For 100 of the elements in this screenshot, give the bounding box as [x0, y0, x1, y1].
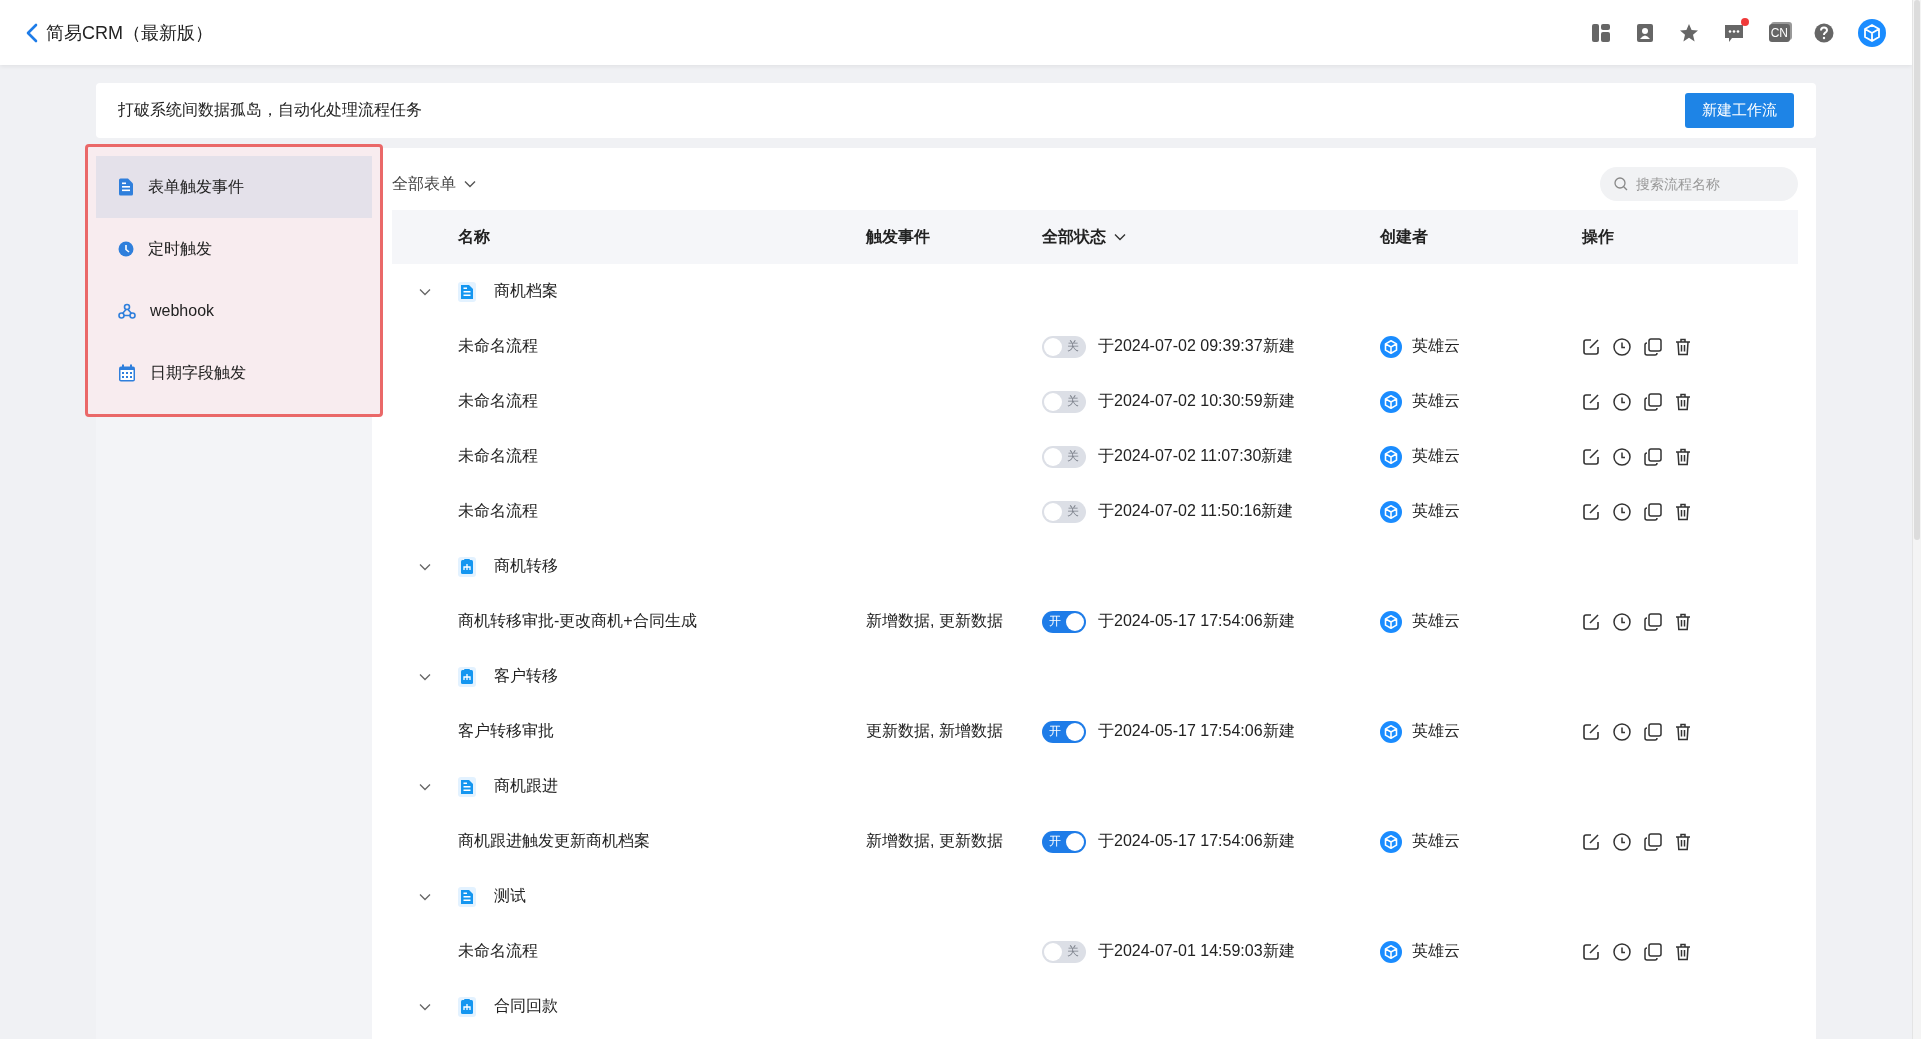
scrollbar[interactable]: [1914, 0, 1920, 540]
help-icon[interactable]: [1814, 22, 1834, 43]
edit-icon[interactable]: [1582, 942, 1600, 961]
column-header[interactable]: 全部状态: [1042, 226, 1126, 248]
document-icon: [458, 886, 476, 907]
search-field[interactable]: 搜索流程名称: [1600, 167, 1798, 201]
language-button[interactable]: CN: [1768, 23, 1790, 42]
chevron-icon[interactable]: [419, 562, 431, 571]
document-icon: [458, 281, 476, 302]
created-time: 于2024-07-02 11:50:16新建: [1098, 501, 1294, 521]
creator-avatar-icon: [1380, 830, 1402, 853]
trigger-events: 更新数据, 新增数据: [866, 722, 1003, 739]
new-workflow-button[interactable]: 新建工作流: [1685, 93, 1794, 128]
workflow-name[interactable]: 商机跟进触发更新商机档案: [458, 831, 866, 852]
creator-name: 英雄云: [1412, 611, 1460, 631]
edit-icon[interactable]: [1582, 612, 1600, 631]
chat-icon[interactable]: [1722, 22, 1745, 43]
clock-icon[interactable]: [1613, 502, 1631, 521]
created-time: 于2024-05-17 17:54:06新建: [1098, 611, 1295, 631]
created-time: 于2024-05-17 17:54:06新建: [1098, 831, 1295, 851]
copy-icon[interactable]: [1644, 832, 1662, 851]
creator-name: 英雄云: [1412, 941, 1460, 961]
workflow-name[interactable]: 未命名流程: [458, 501, 866, 522]
toggle-switch[interactable]: 开: [1042, 830, 1086, 853]
trash-icon[interactable]: [1675, 832, 1691, 851]
group-title: 测试: [494, 886, 526, 906]
trash-icon[interactable]: [1675, 942, 1691, 961]
layout-icon[interactable]: [1590, 22, 1611, 43]
copy-icon[interactable]: [1644, 942, 1662, 961]
user-avatar-icon[interactable]: [1858, 18, 1886, 47]
caret-icon: [464, 180, 476, 188]
creator-name: 英雄云: [1412, 831, 1460, 851]
edit-icon[interactable]: [1582, 392, 1600, 411]
workflow-name[interactable]: 未命名流程: [458, 391, 866, 412]
chevron-icon[interactable]: [419, 782, 431, 791]
sidebar-item[interactable]: 日期字段触发: [96, 342, 372, 404]
created-time: 于2024-07-01 14:59:03新建: [1098, 941, 1295, 961]
app-title: 简易CRM（最新版）: [46, 21, 213, 45]
edit-icon[interactable]: [1582, 832, 1600, 851]
workflow-name[interactable]: 客户转移审批: [458, 721, 866, 742]
search-icon: [1614, 177, 1628, 191]
creator-name: 英雄云: [1412, 336, 1460, 356]
created-time: 于2024-07-02 10:30:59新建: [1098, 391, 1295, 411]
clock-icon[interactable]: [1613, 722, 1631, 741]
copy-icon[interactable]: [1644, 392, 1662, 411]
edit-icon[interactable]: [1582, 722, 1600, 741]
clock-icon: [118, 241, 134, 257]
edit-icon[interactable]: [1582, 447, 1600, 466]
copy-icon[interactable]: [1644, 612, 1662, 631]
chevron-icon[interactable]: [419, 892, 431, 901]
toggle-switch[interactable]: 开: [1042, 720, 1086, 743]
copy-icon[interactable]: [1644, 337, 1662, 356]
workflow-name[interactable]: 商机转移审批-更改商机+合同生成: [458, 611, 866, 632]
group-title: 合同回款: [494, 996, 558, 1016]
clock-icon[interactable]: [1613, 447, 1631, 466]
chevron-icon[interactable]: [419, 672, 431, 681]
creator-name: 英雄云: [1412, 501, 1460, 521]
clock-icon[interactable]: [1613, 832, 1631, 851]
edit-icon[interactable]: [1582, 502, 1600, 521]
document-icon: [458, 776, 476, 797]
banner-text: 打破系统间数据孤岛，自动化处理流程任务: [118, 100, 422, 120]
edit-icon[interactable]: [1582, 337, 1600, 356]
copy-icon[interactable]: [1644, 502, 1662, 521]
chevron-icon[interactable]: [419, 287, 431, 296]
copy-icon[interactable]: [1644, 722, 1662, 741]
workflow-name[interactable]: 未命名流程: [458, 336, 866, 357]
form-filter-dropdown[interactable]: 全部表单: [392, 173, 476, 195]
workflow-name[interactable]: 未命名流程: [458, 446, 866, 467]
toggle-switch[interactable]: 开: [1042, 610, 1086, 633]
trash-icon[interactable]: [1675, 337, 1691, 356]
back-icon[interactable]: [26, 22, 38, 43]
clock-icon[interactable]: [1613, 337, 1631, 356]
copy-icon[interactable]: [1644, 447, 1662, 466]
sidebar-item[interactable]: 表单触发事件: [96, 156, 372, 218]
trash-icon[interactable]: [1675, 392, 1691, 411]
trash-icon[interactable]: [1675, 447, 1691, 466]
clock-icon[interactable]: [1613, 392, 1631, 411]
creator-avatar-icon: [1380, 335, 1402, 358]
creator-avatar-icon: [1380, 500, 1402, 523]
workflow-name[interactable]: 未命名流程: [458, 941, 866, 962]
calendar-icon: [118, 364, 136, 382]
chevron-icon[interactable]: [419, 1002, 431, 1011]
sidebar-item[interactable]: webhook: [96, 280, 372, 342]
group-title: 商机转移: [494, 556, 558, 576]
creator-name: 英雄云: [1412, 446, 1460, 466]
star-icon[interactable]: [1678, 22, 1699, 43]
clock-icon[interactable]: [1613, 942, 1631, 961]
flowchart-icon: [458, 996, 476, 1017]
trash-icon[interactable]: [1675, 612, 1691, 631]
trash-icon[interactable]: [1675, 722, 1691, 741]
creator-avatar-icon: [1380, 390, 1402, 413]
sidebar-item[interactable]: 定时触发: [96, 218, 372, 280]
creator-avatar-icon: [1380, 940, 1402, 963]
creator-avatar-icon: [1380, 610, 1402, 633]
contact-book-icon[interactable]: [1634, 22, 1655, 43]
group-title: 商机档案: [494, 281, 558, 301]
trigger-events: 新增数据, 更新数据: [866, 612, 1003, 629]
trash-icon[interactable]: [1675, 502, 1691, 521]
clock-icon[interactable]: [1613, 612, 1631, 631]
creator-name: 英雄云: [1412, 721, 1460, 741]
